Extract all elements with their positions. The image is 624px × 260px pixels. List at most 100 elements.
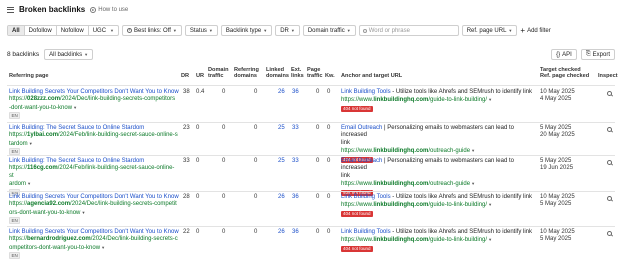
target-prefix: https://www. [341, 97, 374, 104]
cell-ext[interactable]: 33 [292, 158, 299, 164]
cell-domain-traffic: 0 [222, 229, 226, 235]
target-url[interactable]: https://www.linkbuildinghq.com/guide-to-… [341, 96, 536, 104]
checked-dates: 10 May 2025 5 May 2025 [540, 229, 575, 244]
segment-dofollow[interactable]: Dofollow [25, 26, 57, 35]
col-anchor[interactable]: Anchor and target URL [341, 73, 402, 79]
inspect-icon[interactable] [607, 196, 612, 201]
backlink-count: 8 backlinks [7, 51, 40, 58]
scope-select[interactable]: All backlinks ▼ [44, 49, 94, 60]
chevron-down-icon[interactable]: ▼ [487, 237, 492, 242]
plus-icon: + [520, 26, 526, 35]
cell-linked-domains[interactable]: 25 [278, 158, 285, 164]
how-to-use-link[interactable]: ▸ How to use [90, 6, 129, 13]
referring-page-url[interactable]: https://1ylbai.com/2024/Feb/link-buildin… [9, 132, 179, 139]
cell-page-traffic: 0 [316, 158, 320, 164]
chevron-down-icon[interactable]: ▼ [28, 141, 33, 146]
col-keywords[interactable]: Kw. [325, 73, 335, 79]
target-url[interactable]: https://www.linkbuildinghq.com/guide-to-… [341, 236, 536, 244]
referring-page-title[interactable]: Link Building Secrets Your Competitors D… [9, 89, 179, 96]
segment-ugc-label: UGC [92, 27, 107, 34]
col-dr[interactable]: DR [181, 73, 189, 79]
cell-dr: 28 [183, 194, 190, 200]
target-domain: linkbuildinghq.com [373, 97, 429, 104]
cell-referring-domains: 0 [254, 158, 258, 164]
add-filter-button[interactable]: + Add filter [520, 26, 550, 35]
col-domain-traffic[interactable]: Domain traffic [208, 67, 229, 79]
chevron-down-icon[interactable]: ▼ [470, 181, 475, 186]
referring-page-url[interactable]: https://agencia92.com/2024/Dec/link-buil… [9, 201, 179, 208]
inspect-icon[interactable] [607, 127, 612, 132]
cell-ext[interactable]: 36 [292, 89, 299, 95]
col-linked-domains[interactable]: Linked domains [266, 67, 289, 79]
menu-icon[interactable] [7, 6, 14, 13]
referring-page-url[interactable]: https://bernardrodriguez.com/2024/Dec/li… [9, 236, 179, 243]
export-button[interactable]: ⎘ Export [580, 49, 615, 60]
row-divider [7, 191, 615, 192]
ref-page-url-select[interactable]: Ref. page URL ▼ [461, 25, 518, 36]
anchor-cell: Link Building Tools - Utilize tools like… [341, 229, 536, 253]
dr-filter[interactable]: DR ▼ [275, 25, 300, 36]
best-links-filter[interactable]: ✦ Best links: Off ▼ [122, 25, 182, 36]
chevron-down-icon[interactable]: ▼ [470, 148, 475, 153]
target-url[interactable]: https://www.linkbuildinghq.com/guide-to-… [341, 201, 536, 209]
chevron-down-icon[interactable]: ▼ [26, 181, 31, 186]
url-path-cont: -dont-want-you-to-know [9, 104, 73, 111]
anchor-title[interactable]: Link Building Tools [341, 229, 391, 235]
export-label: Export [592, 51, 610, 58]
anchor-title[interactable]: Link Building Tools [341, 89, 391, 95]
anchor-title[interactable]: Email Outreach [341, 125, 382, 131]
how-to-use-label: How to use [98, 6, 129, 13]
target-path: /guide-to-link-building/ [428, 237, 488, 244]
segment-nofollow[interactable]: Nofollow [57, 26, 89, 35]
col-referring-page[interactable]: Referring page [9, 73, 48, 79]
anchor-title[interactable]: Link Building Tools [341, 194, 391, 200]
segment-all[interactable]: All [8, 26, 25, 35]
chevron-down-icon[interactable]: ▼ [487, 97, 492, 102]
referring-page-title[interactable]: Link Building: The Secret Sauce to Onlin… [9, 125, 179, 132]
status-filter[interactable]: Status ▼ [184, 25, 218, 36]
cell-ext[interactable]: 33 [292, 125, 299, 131]
col-page-traffic[interactable]: Page traffic [307, 67, 323, 79]
chevron-down-icon[interactable]: ▼ [100, 245, 105, 250]
target-prefix: https://www. [341, 237, 374, 244]
cell-linked-domains[interactable]: 26 [278, 229, 285, 235]
dr-label: DR [280, 27, 289, 34]
cell-linked-domains[interactable]: 26 [278, 194, 285, 200]
url-prefix: https:// [9, 132, 28, 139]
referring-page-title[interactable]: Link Building: The Secret Sauce to Onlin… [9, 158, 179, 165]
checked-dates: 10 May 2025 4 May 2025 [540, 89, 575, 104]
target-domain: linkbuildinghq.com [373, 181, 429, 188]
chevron-down-icon[interactable]: ▼ [72, 105, 77, 110]
api-button[interactable]: {} API [551, 49, 577, 60]
inspect-icon[interactable] [607, 160, 612, 165]
referring-page-url[interactable]: https://028zzz.com/2024/Dec/link-buildin… [9, 96, 179, 103]
target-url[interactable]: https://www.linkbuildinghq.com/outreach-… [341, 180, 536, 188]
segment-ugc[interactable]: UGC ▼ [89, 26, 118, 35]
col-ext-links[interactable]: Ext. links [291, 67, 304, 79]
cell-ext[interactable]: 36 [292, 194, 299, 200]
ref-page-checked-date: 5 May 2025 [540, 201, 572, 208]
referring-page-title[interactable]: Link Building Secrets Your Competitors D… [9, 229, 179, 236]
anchor-title[interactable]: Email Outreach [341, 158, 382, 164]
referring-page-title[interactable]: Link Building Secrets Your Competitors D… [9, 194, 179, 201]
title-row: Broken backlinks ▸ How to use [7, 5, 128, 14]
cell-linked-domains[interactable]: 26 [278, 89, 285, 95]
cell-linked-domains[interactable]: 25 [278, 125, 285, 131]
cell-ur: 0 [196, 229, 200, 235]
url-prefix: https:// [9, 201, 28, 208]
search-input[interactable]: Word or phrase [358, 25, 459, 36]
col-target-checked[interactable]: Target checked Ref. page checked [540, 67, 589, 79]
checked-dates: 5 May 2025 19 Jun 2025 [540, 158, 573, 173]
col-ur[interactable]: UR [196, 73, 204, 79]
chevron-down-icon[interactable]: ▼ [487, 202, 492, 207]
domain-traffic-filter[interactable]: Domain traffic ▼ [302, 25, 356, 36]
inspect-icon[interactable] [607, 231, 612, 236]
col-referring-domains-l2: domains [234, 73, 258, 79]
cell-page-traffic: 0 [316, 194, 320, 200]
col-referring-domains[interactable]: Referring domains [234, 67, 259, 79]
chevron-down-icon[interactable]: ▼ [80, 210, 85, 215]
inspect-icon[interactable] [607, 91, 612, 96]
backlink-type-filter[interactable]: Backlink type ▼ [220, 25, 273, 36]
referring-page-url[interactable]: https://116cg.com/2024/Feb/link-building… [9, 165, 179, 180]
cell-ext[interactable]: 36 [292, 229, 299, 235]
